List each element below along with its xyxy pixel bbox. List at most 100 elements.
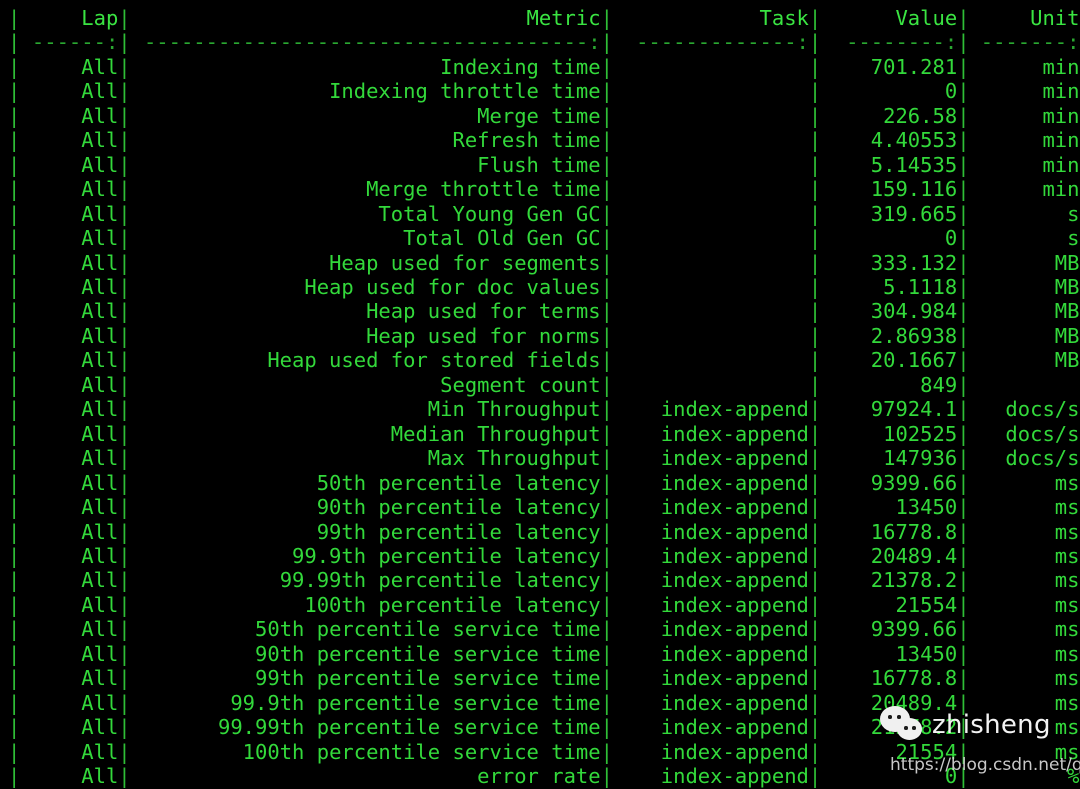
table-row: | All | 100th percentile service time | index… xyxy=(8,740,1080,764)
pipe-separator: | xyxy=(118,764,131,789)
pipe-separator: | xyxy=(8,299,21,324)
cell-value: 159.116 xyxy=(870,177,958,202)
pipe-separator: | xyxy=(808,348,822,373)
pipe-separator: | xyxy=(8,470,21,495)
cell-value: 147936 xyxy=(883,446,958,471)
pipe-separator: | xyxy=(808,446,822,471)
pipe-separator: | xyxy=(957,299,970,324)
cell-unit xyxy=(969,373,1079,397)
cell-unit: min xyxy=(1042,177,1080,202)
pipe-separator: | xyxy=(118,397,131,422)
cell-lap: All xyxy=(81,568,119,593)
pipe-separator: | xyxy=(957,495,970,520)
pipe-separator: | xyxy=(808,323,822,348)
pipe-separator: | xyxy=(8,6,21,30)
cell-metric: Merge throttle time xyxy=(366,177,601,202)
cell-unit: MB xyxy=(1054,348,1080,373)
table-row: |All|Flush time||5.14535|min| xyxy=(8,153,1080,177)
cell-lap: All xyxy=(81,739,119,764)
pipe-separator: | xyxy=(8,397,21,422)
pipe-separator: | xyxy=(600,30,613,55)
cell-metric: Heap used for norms xyxy=(366,323,601,348)
header-row: | Lap | Metric | Task | Value | Unit | xyxy=(8,6,1080,30)
pipe-separator: | xyxy=(8,739,21,764)
column-header-task: Task xyxy=(759,6,809,30)
pipe-separator: | xyxy=(957,690,970,715)
cell-lap: All xyxy=(81,470,119,495)
pipe-separator: | xyxy=(118,79,131,104)
pipe-separator: | xyxy=(118,128,131,153)
separator-value: --------: xyxy=(846,30,958,55)
cell-value: 13450 xyxy=(895,495,958,520)
pipe-separator: | xyxy=(600,666,613,691)
pipe-separator: | xyxy=(808,568,822,593)
cell-lap: All xyxy=(81,617,119,642)
pipe-separator: | xyxy=(600,641,613,666)
table-row: |All|Merge time||226.58|min| xyxy=(8,104,1080,128)
cell-unit: MB xyxy=(1054,250,1080,275)
cell-task: index-append xyxy=(660,421,809,446)
cell-lap: All xyxy=(81,226,119,251)
pipe-separator: | xyxy=(957,79,970,104)
cell-value: 21554 xyxy=(895,739,958,764)
cell-value: 5.14535 xyxy=(870,152,958,177)
pipe-separator: | xyxy=(957,128,970,153)
pipe-separator: | xyxy=(118,739,131,764)
cell-value: 16778.8 xyxy=(870,519,958,544)
cell-task xyxy=(613,177,809,201)
pipe-separator: | xyxy=(600,421,613,446)
pipe-separator: | xyxy=(957,715,970,740)
cell-task: index-append xyxy=(660,617,809,642)
cell-unit: ms xyxy=(1054,715,1080,740)
pipe-separator: | xyxy=(808,470,822,495)
cell-lap: All xyxy=(81,79,119,104)
pipe-separator: | xyxy=(808,30,822,55)
pipe-separator: | xyxy=(118,641,131,666)
pipe-separator: | xyxy=(118,6,131,30)
pipe-separator: | xyxy=(600,177,613,202)
pipe-separator: | xyxy=(118,666,131,691)
cell-metric: 50th percentile latency xyxy=(316,470,601,495)
pipe-separator: | xyxy=(957,641,970,666)
pipe-separator: | xyxy=(118,201,131,226)
pipe-separator: | xyxy=(808,79,822,104)
cell-task: index-append xyxy=(660,690,809,715)
header-separator-row: | ------: | ----------------------------… xyxy=(8,30,1080,54)
pipe-separator: | xyxy=(8,764,21,789)
pipe-separator: | xyxy=(118,715,131,740)
pipe-separator: | xyxy=(118,372,131,397)
pipe-separator: | xyxy=(600,79,613,104)
cell-metric: 99.99th percentile latency xyxy=(279,568,601,593)
pipe-separator: | xyxy=(808,690,822,715)
cell-unit: s xyxy=(1067,201,1080,226)
cell-value: 13450 xyxy=(895,641,958,666)
pipe-separator: | xyxy=(118,177,131,202)
cell-unit: min xyxy=(1042,79,1080,104)
pipe-separator: | xyxy=(957,6,970,30)
cell-lap: All xyxy=(81,421,119,446)
pipe-separator: | xyxy=(600,739,613,764)
pipe-separator: | xyxy=(808,495,822,520)
pipe-separator: | xyxy=(957,421,970,446)
table-row: |All|Total Young Gen GC||319.665|s| xyxy=(8,202,1080,226)
cell-unit: % xyxy=(1067,764,1080,789)
pipe-separator: | xyxy=(808,152,822,177)
cell-value: 9399.66 xyxy=(870,470,958,495)
cell-lap: All xyxy=(81,764,119,789)
cell-value: 5.1118 xyxy=(883,274,958,299)
pipe-separator: | xyxy=(600,152,613,177)
table-row: | All | 90th percentile latency | index-appen… xyxy=(8,495,1080,519)
table-row: |All|Heap used for segments||333.132|MB| xyxy=(8,251,1080,275)
column-header-metric: Metric xyxy=(526,6,601,30)
cell-lap: All xyxy=(81,715,119,740)
terminal-output: | Lap | Metric | Task | Value | Unit | |… xyxy=(8,6,1080,788)
cell-unit: ms xyxy=(1054,666,1080,691)
pipe-separator: | xyxy=(808,739,822,764)
cell-value: 20.1667 xyxy=(870,348,958,373)
cell-metric: 100th percentile service time xyxy=(242,739,601,764)
pipe-separator: | xyxy=(808,372,822,397)
cell-lap: All xyxy=(81,177,119,202)
cell-value: 102525 xyxy=(883,421,958,446)
column-header-lap: Lap xyxy=(81,6,119,30)
cell-metric: 50th percentile service time xyxy=(255,617,601,642)
